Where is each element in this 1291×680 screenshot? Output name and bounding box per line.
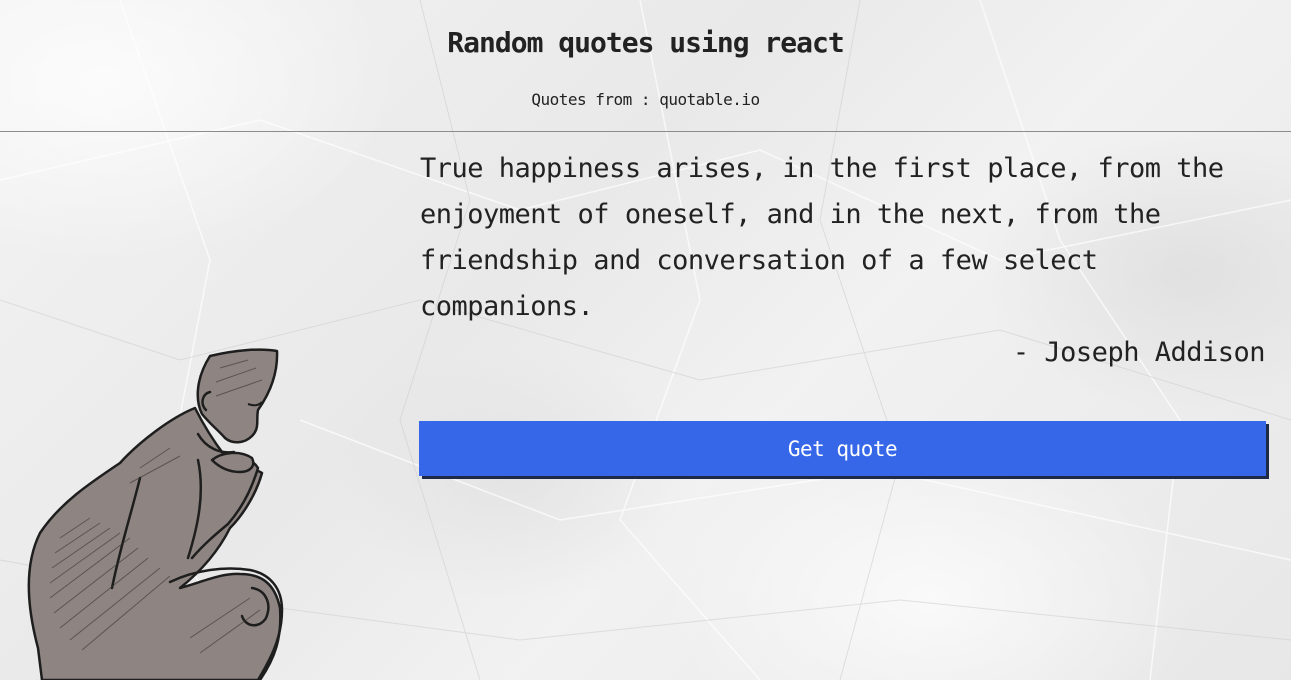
get-quote-button[interactable]: Get quote [419,421,1266,476]
quote-author: - Joseph Addison [1012,337,1266,368]
source-label: Quotes from : quotable.io [531,90,760,109]
page-header: Random quotes using react Quotes from : … [0,0,1291,132]
quote-text: True happiness arises, in the first plac… [420,153,1224,322]
page-title: Random quotes using react [447,26,844,59]
thinker-illustration [27,348,284,680]
